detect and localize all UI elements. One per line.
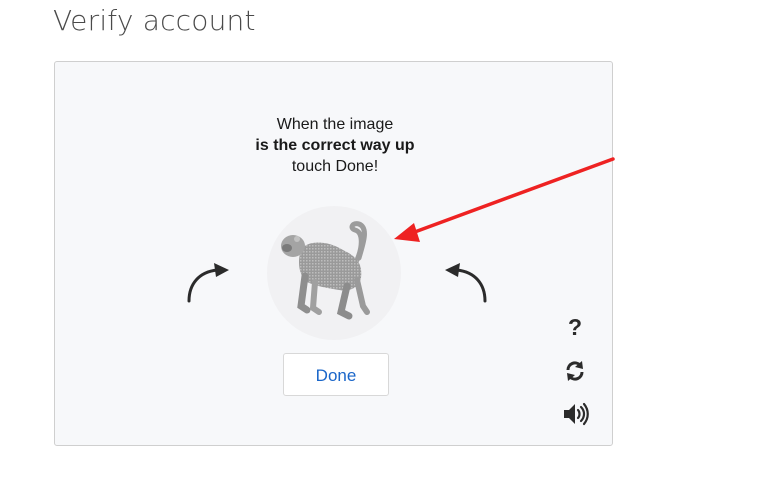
refresh-button[interactable]	[560, 356, 590, 386]
rotate-right-button[interactable]	[441, 260, 491, 304]
captcha-image	[267, 206, 401, 340]
speaker-icon	[564, 402, 589, 426]
help-button[interactable]: ?	[560, 312, 590, 342]
verify-account-page: Verify account When the image is the cor…	[0, 0, 771, 485]
done-button[interactable]: Done	[283, 353, 389, 396]
page-title: Verify account	[53, 4, 256, 37]
rotate-right-arrow-icon	[445, 263, 487, 303]
instruction-line-1: When the image	[276, 116, 394, 133]
refresh-icon	[566, 361, 584, 381]
monkey-image	[281, 221, 370, 320]
instruction-line-2: is the correct way up	[255, 137, 415, 154]
rotate-left-button[interactable]	[183, 260, 233, 304]
captcha-instructions: When the image is the correct way up tou…	[55, 114, 615, 177]
audio-button[interactable]	[560, 399, 590, 429]
help-icon: ?	[567, 314, 583, 340]
instruction-line-3: touch Done!	[291, 158, 379, 175]
captcha-card: When the image is the correct way up tou…	[54, 61, 613, 446]
rotate-left-arrow-icon	[187, 263, 229, 303]
